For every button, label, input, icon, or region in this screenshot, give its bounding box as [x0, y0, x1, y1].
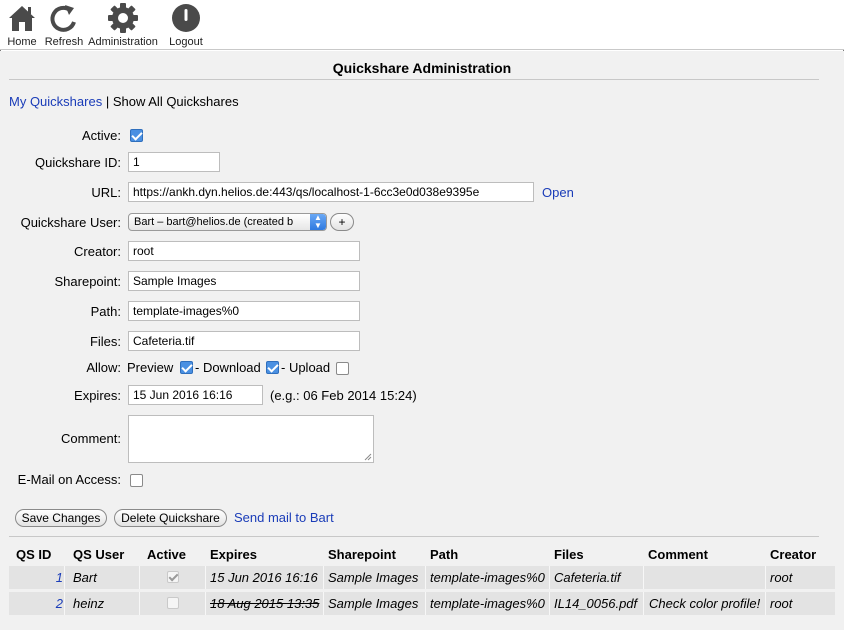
- row-user-cell: Bart: [73, 570, 97, 585]
- row-user-cell: heinz: [73, 596, 105, 611]
- expires-label: Expires:: [74, 388, 121, 403]
- header-qs-id: QS ID: [16, 547, 52, 562]
- url-label: URL:: [91, 185, 121, 200]
- quickshare-user-label: Quickshare User:: [20, 215, 121, 230]
- main-panel: Quickshare Administration My Quickshares…: [0, 51, 844, 630]
- url-field[interactable]: https://ankh.dyn.helios.de:443/qs/localh…: [128, 182, 534, 202]
- header-expires: Expires: [210, 547, 257, 562]
- row-sharepoint-cell: Sample Images: [328, 596, 419, 611]
- quickshare-user-select[interactable]: Bart – bart@helios.de (created b ▲ ▼: [128, 213, 327, 231]
- show-all-quickshares-label: Show All Quickshares: [112, 94, 239, 109]
- download-checkbox[interactable]: [266, 361, 279, 374]
- sharepoint-field[interactable]: Sample Images: [128, 271, 360, 291]
- row-id-link[interactable]: 1: [56, 570, 63, 585]
- row-sharepoint-cell: Sample Images: [328, 570, 419, 585]
- expires-hint: (e.g.: 06 Feb 2014 15:24): [270, 388, 417, 403]
- resize-handle-icon[interactable]: [364, 453, 372, 461]
- row-active-checkbox: [167, 597, 179, 609]
- open-link[interactable]: Open: [542, 185, 574, 200]
- home-button[interactable]: Home: [4, 2, 40, 48]
- administration-label: Administration: [88, 36, 158, 48]
- header-comment: Comment: [648, 547, 708, 562]
- row-creator-cell: root: [770, 596, 793, 611]
- nav-separator: |: [105, 94, 110, 109]
- header-sharepoint: Sharepoint: [328, 547, 396, 562]
- toolbar: Home Refresh Administration Logout: [0, 0, 844, 50]
- active-label: Active:: [81, 128, 121, 143]
- upload-label: - Upload: [281, 360, 331, 375]
- refresh-button[interactable]: Refresh: [44, 2, 84, 48]
- row-id-cell: 1: [9, 570, 63, 585]
- row-id-link[interactable]: 2: [56, 596, 63, 611]
- active-checkbox[interactable]: [130, 129, 143, 142]
- row-creator-cell: root: [770, 570, 793, 585]
- logout-label: Logout: [169, 36, 203, 48]
- header-active: Active: [147, 547, 187, 562]
- download-label: - Download: [195, 360, 261, 375]
- path-label: Path:: [90, 304, 121, 319]
- row-id-cell: 2: [9, 596, 63, 611]
- comment-label: Comment:: [61, 431, 121, 446]
- header-creator: Creator: [770, 547, 817, 562]
- logout-button[interactable]: Logout: [166, 2, 206, 48]
- table-row[interactable]: 2 heinz 18 Aug 2015 13:35 Sample Images …: [9, 592, 835, 615]
- path-field[interactable]: template-images%0: [128, 301, 360, 321]
- title-divider: [9, 79, 819, 80]
- row-expires-cell: 15 Jun 2016 16:16: [210, 570, 318, 585]
- allow-label: Allow:: [86, 360, 121, 375]
- refresh-label: Refresh: [44, 36, 84, 48]
- row-path-cell: template-images%0: [430, 596, 545, 611]
- row-files-cell: Cafeteria.tif: [554, 570, 621, 585]
- row-files-cell: IL14_0056.pdf: [554, 596, 638, 611]
- table-divider: [9, 536, 819, 537]
- email-on-access-label: E-Mail on Access:: [17, 472, 121, 487]
- expires-field[interactable]: 15 Jun 2016 16:16: [128, 385, 263, 405]
- administration-button[interactable]: Administration: [88, 2, 158, 48]
- files-label: Files:: [89, 334, 121, 349]
- refresh-icon: [50, 5, 76, 32]
- select-arrows-icon: ▲ ▼: [310, 214, 326, 230]
- home-label: Home: [7, 36, 37, 48]
- page-title: Quickshare Administration: [332, 60, 512, 76]
- quickshare-user-value: Bart – bart@helios.de (created b: [134, 216, 294, 228]
- power-icon: [172, 4, 200, 32]
- files-field[interactable]: Cafeteria.tif: [128, 331, 360, 351]
- send-mail-link[interactable]: Send mail to Bart: [234, 510, 334, 525]
- quickshare-id-field[interactable]: 1: [128, 152, 220, 172]
- email-on-access-checkbox[interactable]: [130, 474, 143, 487]
- preview-checkbox[interactable]: [180, 361, 193, 374]
- header-qs-user: QS User: [73, 547, 125, 562]
- row-expires-cell: 18 Aug 2015 13:35: [210, 596, 320, 611]
- upload-checkbox[interactable]: [336, 362, 349, 375]
- row-active-checkbox: [167, 571, 179, 583]
- table-row[interactable]: 1 Bart 15 Jun 2016 16:16 Sample Images t…: [9, 566, 835, 589]
- my-quickshares-link[interactable]: My Quickshares: [9, 94, 102, 109]
- sharepoint-label: Sharepoint:: [54, 274, 122, 289]
- delete-quickshare-button[interactable]: Delete Quickshare: [114, 509, 227, 527]
- preview-label: Preview: [127, 360, 174, 375]
- nav-links: My Quickshares | Show All Quickshares: [9, 94, 239, 109]
- add-user-button[interactable]: +: [330, 213, 354, 231]
- row-path-cell: template-images%0: [430, 570, 545, 585]
- creator-field[interactable]: root: [128, 241, 360, 261]
- quickshare-id-label: Quickshare ID:: [35, 155, 121, 170]
- gear-icon: [108, 3, 138, 33]
- header-path: Path: [430, 547, 459, 562]
- row-comment-cell: Check color profile!: [649, 596, 761, 611]
- comment-textarea[interactable]: [128, 415, 374, 463]
- save-changes-button[interactable]: Save Changes: [15, 509, 107, 527]
- creator-label: Creator:: [74, 244, 121, 259]
- home-icon: [9, 6, 35, 31]
- header-files: Files: [554, 547, 584, 562]
